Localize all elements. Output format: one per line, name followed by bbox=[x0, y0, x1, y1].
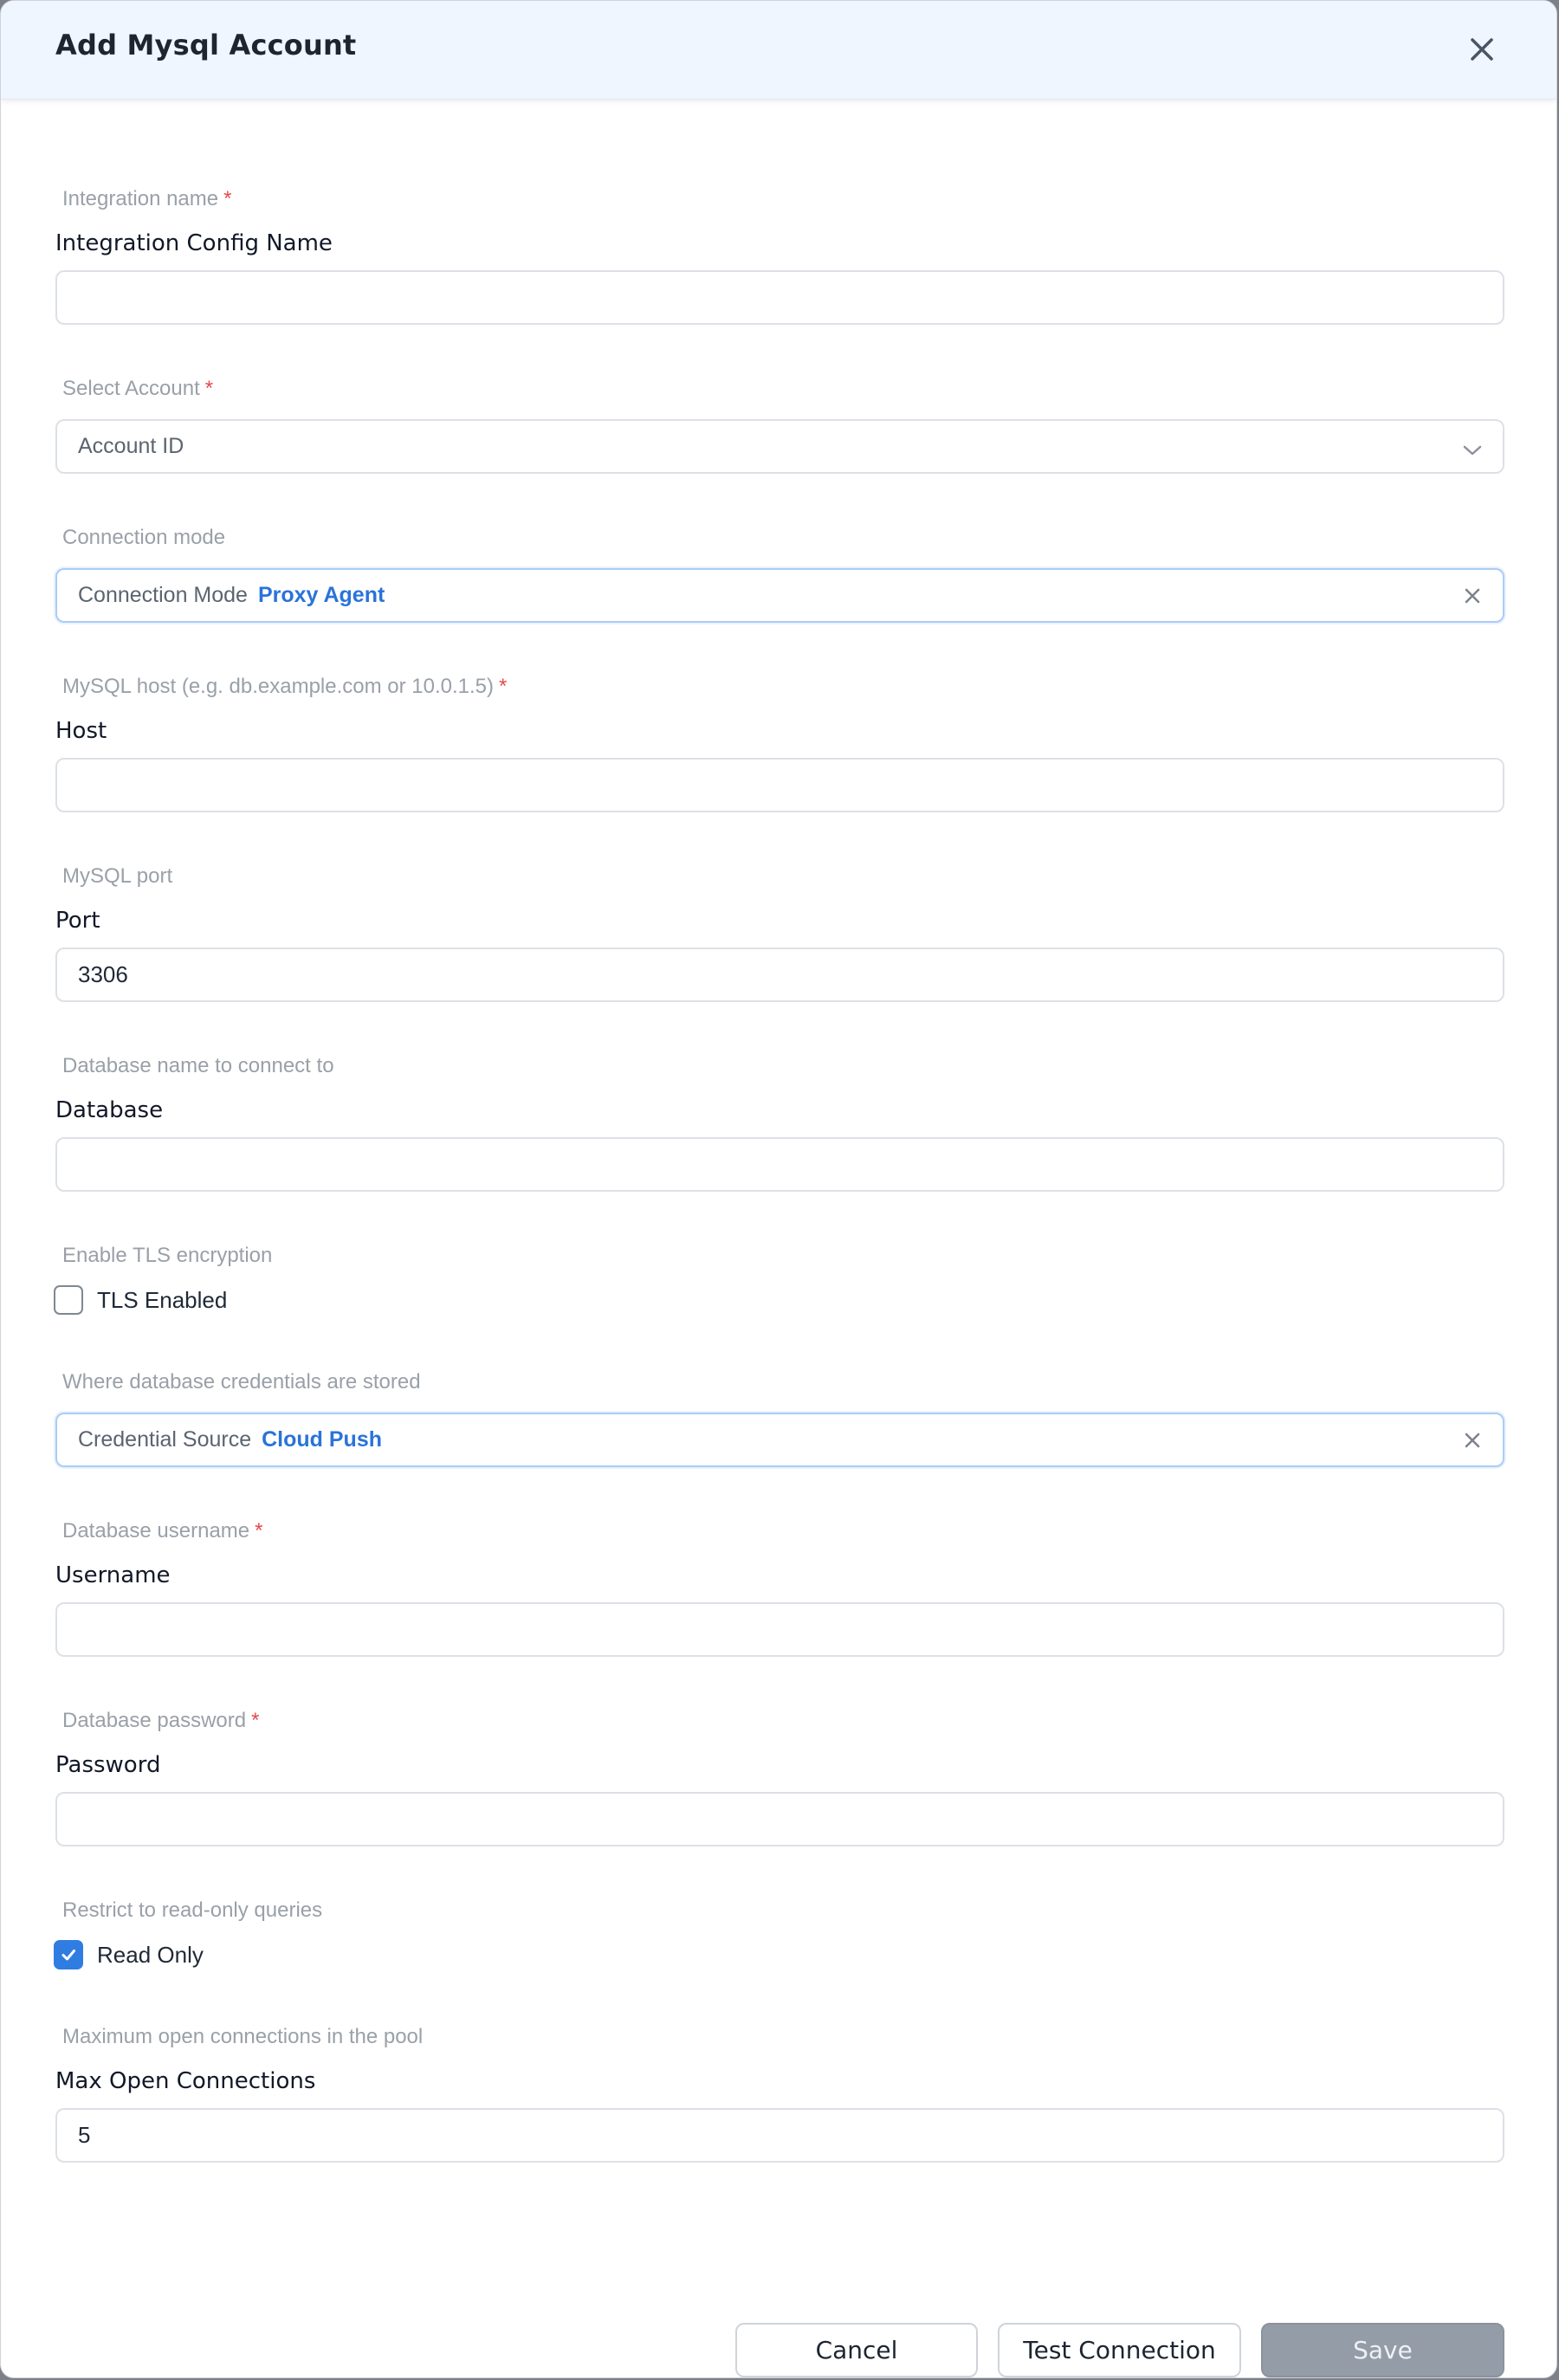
host-input[interactable] bbox=[55, 758, 1504, 812]
credential-source-select[interactable]: Credential Source Cloud Push bbox=[55, 1413, 1504, 1467]
close-icon[interactable] bbox=[1465, 32, 1499, 67]
connection-mode-hint: Connection mode bbox=[62, 526, 226, 549]
password-label: Password bbox=[55, 1752, 161, 1778]
username-label: Username bbox=[55, 1562, 171, 1588]
integration-name-hint: Integration name * bbox=[62, 187, 232, 210]
password-hint: Database password * bbox=[62, 1709, 260, 1732]
read-only-hint: Restrict to read-only queries bbox=[62, 1898, 323, 1922]
credential-source-label: Credential Source bbox=[78, 1427, 252, 1452]
password-input[interactable] bbox=[55, 1792, 1504, 1846]
check-icon bbox=[61, 1950, 75, 1961]
add-account-dialog: Add Mysql Account Integration name * Inte… bbox=[0, 0, 1557, 2378]
chevron-down-icon bbox=[1461, 438, 1484, 456]
required-mark: * bbox=[223, 187, 232, 210]
username-hint: Database username * bbox=[62, 1519, 263, 1542]
connection-mode-select[interactable]: Connection Mode Proxy Agent bbox=[55, 568, 1504, 623]
integration-name-label: Integration Config Name bbox=[55, 230, 333, 256]
clear-icon[interactable] bbox=[1461, 1429, 1484, 1452]
connection-mode-value: Proxy Agent bbox=[257, 583, 385, 607]
read-only-checkbox-row[interactable]: Read Only bbox=[54, 1940, 204, 1969]
integration-name-input[interactable] bbox=[55, 270, 1504, 325]
clear-icon[interactable] bbox=[1461, 585, 1484, 607]
dialog-title: Add Mysql Account bbox=[55, 29, 357, 61]
credential-source-hint: Where database credentials are stored bbox=[62, 1370, 421, 1394]
connection-mode-label: Connection Mode bbox=[78, 583, 248, 607]
port-hint: MySQL port bbox=[62, 864, 173, 888]
host-label: Host bbox=[55, 718, 107, 744]
required-mark: * bbox=[499, 675, 508, 698]
account-select-value: Account ID bbox=[78, 434, 184, 458]
credential-source-value: Cloud Push bbox=[262, 1427, 383, 1452]
database-input[interactable] bbox=[55, 1137, 1504, 1192]
max-open-input[interactable]: 5 bbox=[55, 2108, 1504, 2163]
port-input[interactable]: 3306 bbox=[55, 947, 1504, 1002]
tls-checkbox-label: TLS Enabled bbox=[97, 1286, 228, 1313]
test-connection-button[interactable]: Test Connection bbox=[998, 2323, 1241, 2377]
required-mark: * bbox=[255, 1519, 263, 1542]
database-label: Database bbox=[55, 1097, 164, 1123]
save-button[interactable]: Save bbox=[1261, 2323, 1504, 2377]
port-label: Port bbox=[55, 908, 100, 934]
tls-checkbox-row[interactable]: TLS Enabled bbox=[54, 1285, 227, 1315]
tls-checkbox[interactable] bbox=[54, 1285, 83, 1315]
read-only-checkbox-label: Read Only bbox=[97, 1941, 204, 1968]
account-hint: Select Account * bbox=[62, 377, 214, 400]
read-only-checkbox[interactable] bbox=[54, 1940, 83, 1969]
required-mark: * bbox=[251, 1709, 260, 1732]
max-open-label: Max Open Connections bbox=[55, 2068, 316, 2094]
username-input[interactable] bbox=[55, 1602, 1504, 1657]
host-hint: MySQL host (e.g. db.example.com or 10.0.… bbox=[62, 675, 508, 698]
required-mark: * bbox=[204, 377, 214, 400]
database-hint: Database name to connect to bbox=[62, 1054, 334, 1077]
max-open-hint: Maximum open connections in the pool bbox=[62, 2025, 424, 2048]
cancel-button[interactable]: Cancel bbox=[735, 2323, 978, 2377]
account-select[interactable]: Account ID bbox=[55, 419, 1504, 474]
tls-hint: Enable TLS encryption bbox=[62, 1244, 273, 1267]
dialog-header: Add Mysql Account bbox=[1, 1, 1556, 100]
